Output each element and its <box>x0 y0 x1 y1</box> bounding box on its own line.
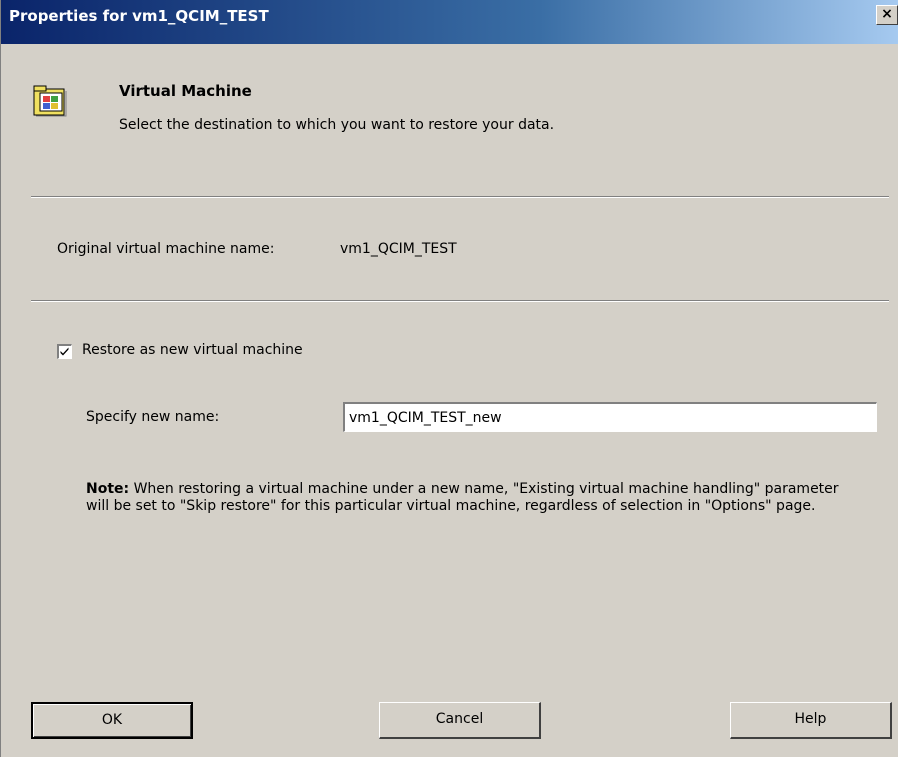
close-button[interactable]: × <box>876 5 898 25</box>
properties-dialog: Properties for vm1_QCIM_TEST × Virtual M… <box>0 0 898 757</box>
separator <box>31 196 889 198</box>
new-name-label: Specify new name: <box>86 409 220 425</box>
ok-button[interactable]: OK <box>31 702 193 739</box>
original-name-value: vm1_QCIM_TEST <box>340 241 457 257</box>
note-text: Note: When restoring a virtual machine u… <box>86 481 866 515</box>
close-icon: × <box>881 6 893 22</box>
window-title: Properties for vm1_QCIM_TEST <box>9 7 269 25</box>
folder-properties-icon <box>32 83 68 119</box>
original-name-label: Original virtual machine name: <box>57 241 275 257</box>
checkmark-icon <box>60 347 69 356</box>
title-bar[interactable]: Properties for vm1_QCIM_TEST × <box>1 0 898 44</box>
section-description: Select the destination to which you want… <box>119 117 555 133</box>
new-name-input[interactable] <box>343 402 877 432</box>
note-body: When restoring a virtual machine under a… <box>86 481 839 514</box>
restore-as-new-label[interactable]: Restore as new virtual machine <box>82 342 303 358</box>
restore-as-new-checkbox[interactable] <box>57 344 72 359</box>
cancel-button[interactable]: Cancel <box>379 702 541 739</box>
separator <box>31 300 889 302</box>
note-prefix: Note: <box>86 481 130 497</box>
help-button[interactable]: Help <box>730 702 892 739</box>
section-title: Virtual Machine <box>119 82 252 100</box>
